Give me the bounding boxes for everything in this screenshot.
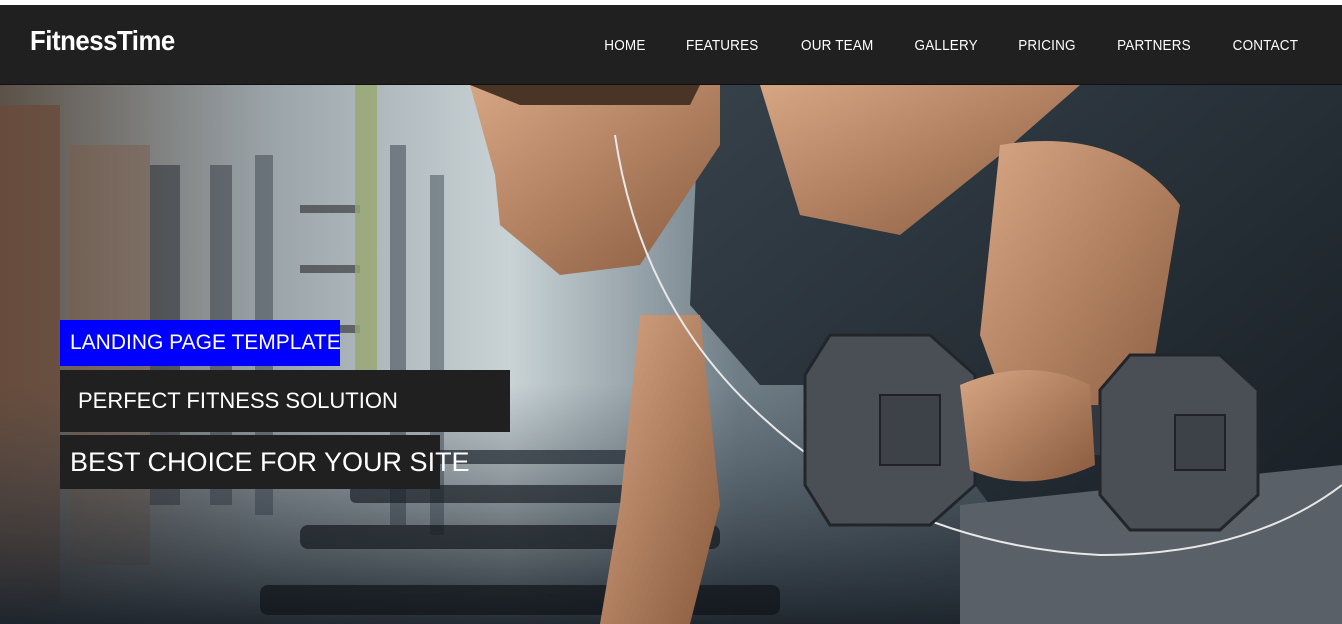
nav-gallery[interactable]: GALLERY [915,37,978,54]
nav-partners[interactable]: PARTNERS [1117,37,1191,54]
hero-tagline-best-choice: BEST CHOICE FOR YOUR SITE [60,435,470,489]
hero-tagline-fitness-solution: PERFECT FITNESS SOLUTION [60,370,510,432]
nav-contact[interactable]: CONTACT [1233,37,1299,54]
hero-section: LANDING PAGE TEMPLATE PERFECT FITNESS SO… [0,85,1342,624]
nav-our-team[interactable]: OUR TEAM [801,37,873,54]
nav-pricing[interactable]: PRICING [1019,37,1077,54]
nav-features[interactable]: FEATURES [686,37,758,54]
hero-tagline-landing-page: LANDING PAGE TEMPLATE [60,320,341,366]
nav-home[interactable]: HOME [605,37,646,54]
main-nav: HOME FEATURES OUR TEAM GALLERY PRICING P… [568,5,1302,85]
navbar: FitnessTime HOME FEATURES OUR TEAM GALLE… [0,5,1342,85]
brand-logo[interactable]: FitnessTime [30,25,175,57]
